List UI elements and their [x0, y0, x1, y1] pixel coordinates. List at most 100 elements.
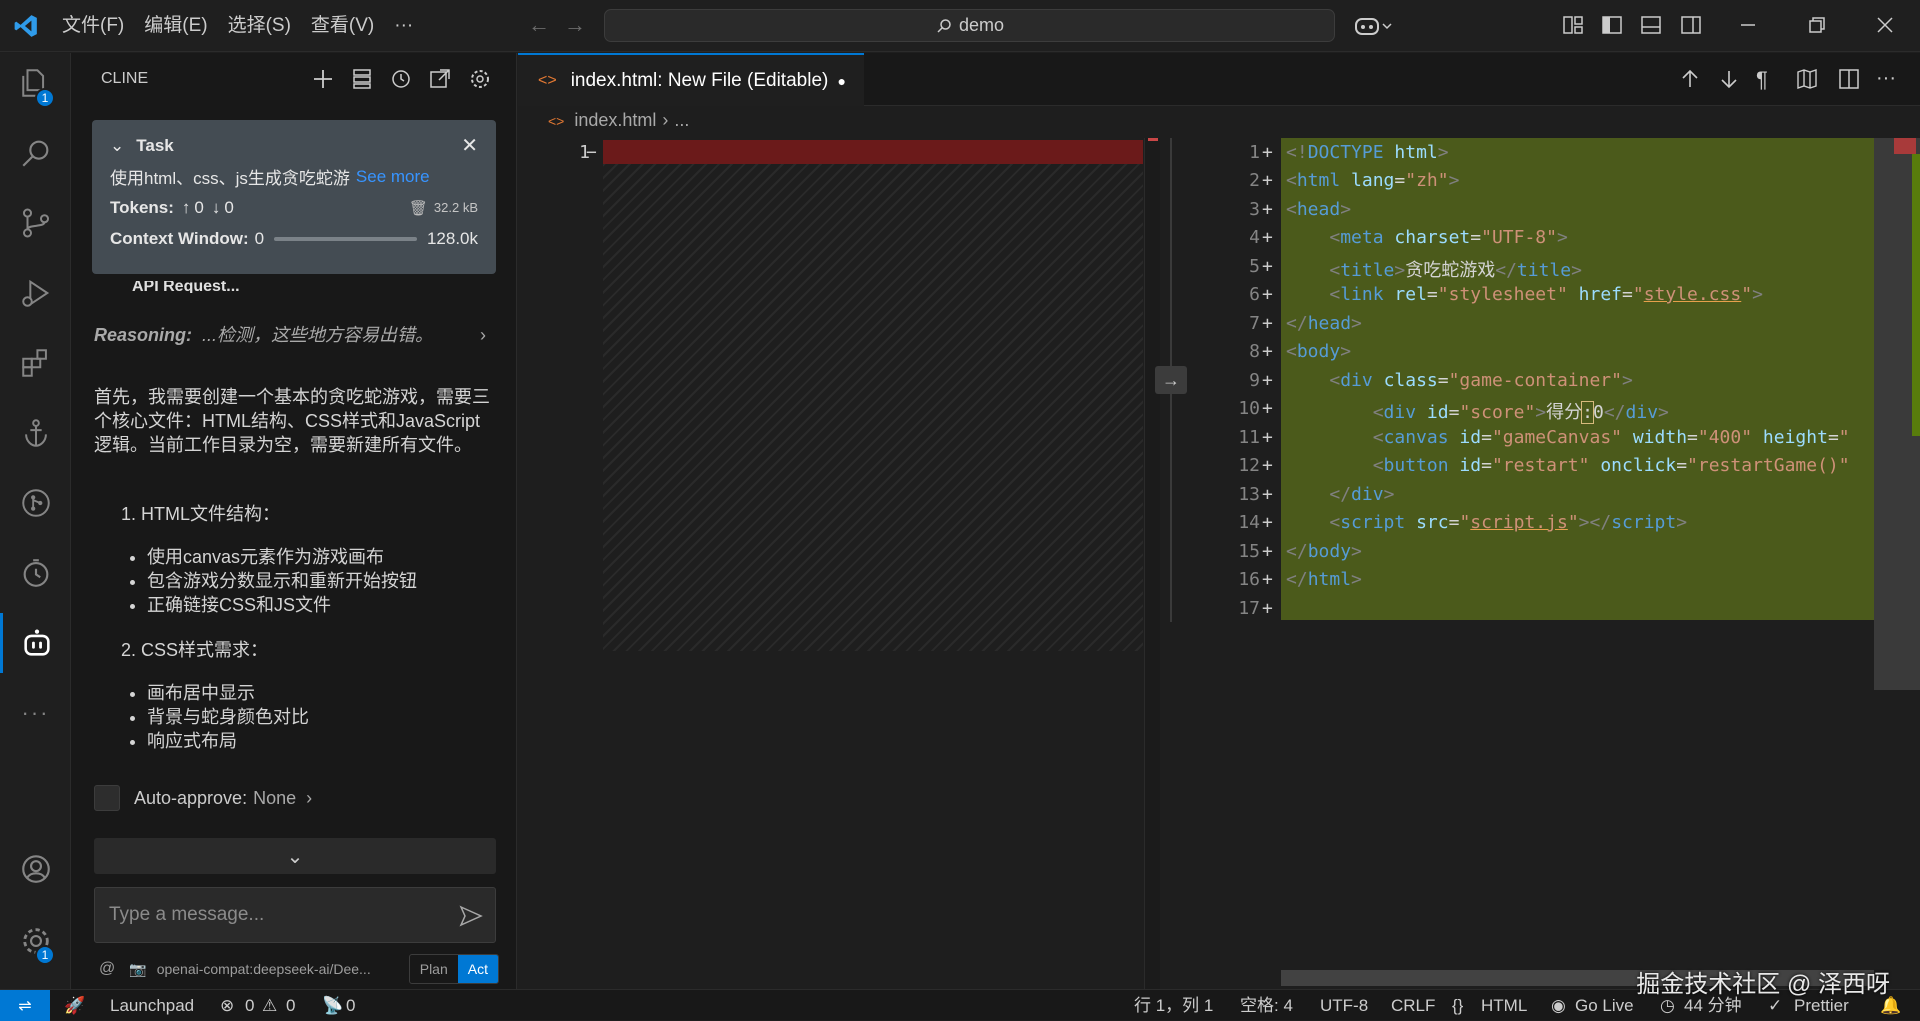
ports-count[interactable]: 0 [346, 990, 355, 1021]
error-icon[interactable]: ⊗ [220, 990, 234, 1021]
menu-edit[interactable]: 编辑(E) [134, 0, 217, 52]
cline-robot-icon[interactable] [0, 613, 71, 673]
breadcrumb-file[interactable]: index.html [574, 110, 656, 131]
auto-approve-row[interactable]: Auto-approve: None › [94, 785, 312, 811]
activity-bar: 1 ··· 1 [0, 53, 71, 989]
list-item: 包含游戏分数显示和重新开始按钮 [147, 569, 417, 593]
copilot-icon[interactable] [1354, 14, 1392, 38]
see-more-link[interactable]: See more [356, 167, 430, 187]
more-actions-icon[interactable]: ··· [1876, 67, 1900, 91]
settings-gear-icon[interactable] [468, 67, 492, 91]
code-line: <meta charset="UTF-8"> [1329, 227, 1568, 248]
context-max: 128.0k [426, 228, 478, 248]
open-in-editor-icon[interactable] [428, 67, 452, 91]
mode-toggle[interactable]: Plan Act [408, 954, 499, 984]
line-number: 12 [1238, 455, 1260, 476]
launchpad-item[interactable]: Launchpad [110, 990, 194, 1021]
message-input[interactable]: Type a message... [94, 887, 496, 943]
language-mode[interactable]: HTML [1481, 990, 1527, 1021]
added-marker: + [1262, 398, 1273, 419]
back-arrow-icon[interactable]: ← [528, 12, 550, 38]
menu-selection[interactable]: 选择(S) [218, 0, 301, 52]
code-line: <canvas id="gameCanvas" width="400" heig… [1372, 427, 1850, 448]
previous-change-icon[interactable] [1678, 67, 1702, 91]
next-change-icon[interactable] [1717, 67, 1741, 91]
toggle-secondary-sidebar-icon[interactable] [1680, 14, 1704, 38]
list-item: 使用canvas元素作为游戏画布 [147, 545, 417, 569]
added-marker: + [1262, 370, 1273, 391]
minimap-slider[interactable] [1874, 138, 1920, 690]
delete-task-icon[interactable]: 🗑 [409, 199, 428, 217]
source-control-icon[interactable] [0, 193, 71, 253]
plan-mode-button[interactable]: Plan [410, 955, 458, 983]
act-mode-button[interactable]: Act [457, 955, 498, 983]
remote-icon[interactable]: ⇌ [0, 990, 50, 1021]
line-ending[interactable]: CRLF [1391, 990, 1435, 1021]
open-file-icon[interactable] [1795, 67, 1819, 91]
error-count[interactable]: 0 [245, 990, 254, 1021]
model-selector[interactable]: openai-compat:deepseek-ai/Dee... [157, 961, 371, 977]
close-window-icon[interactable] [1874, 14, 1898, 38]
added-marker: + [1262, 142, 1273, 163]
minimize-icon[interactable] [1737, 14, 1761, 38]
revert-arrow-icon[interactable]: → [1155, 366, 1187, 394]
more-views-icon[interactable]: ··· [0, 683, 71, 743]
send-icon[interactable] [459, 905, 483, 927]
menu-file[interactable]: 文件(F) [52, 0, 134, 52]
camera-icon[interactable]: 📷 [129, 961, 146, 978]
timeline-icon[interactable] [0, 543, 71, 603]
menu-more[interactable]: ··· [384, 0, 423, 52]
close-task-icon[interactable]: ✕ [461, 133, 478, 158]
cursor-position[interactable]: 行 1，列 1 [1134, 990, 1213, 1021]
encoding[interactable]: UTF-8 [1320, 990, 1368, 1021]
breadcrumb-rest[interactable]: ... [674, 110, 689, 131]
mcp-servers-icon[interactable] [350, 67, 374, 91]
diff-original-pane[interactable]: 1 − [518, 138, 1160, 989]
whitespace-icon[interactable]: ¶ [1756, 67, 1780, 92]
diff-modified-pane[interactable]: 1 +2 +3 +4 +5 +6 +7 +8 +9 +10 +11 +12 +13 +14 +15 +16 +1… [1196, 138, 1920, 989]
ports-icon[interactable]: 📡 [322, 990, 343, 1021]
line-number: 5 [1249, 256, 1260, 277]
git-graph-icon[interactable] [0, 473, 71, 533]
reasoning-row[interactable]: Reasoning: ...检测，这些地方容易出错。 › [94, 323, 494, 347]
customize-layout-icon[interactable] [1562, 14, 1586, 38]
toggle-panel-icon[interactable] [1640, 14, 1664, 38]
account-icon[interactable] [0, 839, 71, 899]
mention-icon[interactable]: @ [99, 960, 115, 978]
command-center-search[interactable]: demo [604, 9, 1335, 42]
run-debug-icon[interactable] [0, 263, 71, 323]
split-editor-icon[interactable] [1837, 67, 1861, 91]
auto-approve-checkbox[interactable] [94, 785, 120, 811]
tokens-label: Tokens: [110, 197, 174, 217]
context-window-label: Context Window: [110, 228, 249, 248]
anchor-icon[interactable] [0, 403, 71, 463]
history-icon[interactable] [389, 67, 413, 91]
indentation[interactable]: 空格: 4 [1240, 990, 1293, 1021]
warning-count[interactable]: 0 [286, 990, 295, 1021]
go-live-item[interactable]: Go Live [1575, 990, 1634, 1021]
minimap-added-marker [1912, 154, 1920, 436]
manage-gear-icon[interactable]: 1 [0, 911, 71, 971]
collapse-button[interactable]: ⌄ [94, 838, 496, 874]
api-request-row[interactable]: API Request... [94, 281, 494, 293]
toggle-primary-sidebar-icon[interactable] [1601, 14, 1625, 38]
section2-list: 画布居中显示 背景与蛇身颜色对比 响应式布局 [121, 681, 309, 753]
code-line: <link rel="stylesheet" href="style.css"> [1329, 284, 1763, 305]
unsaved-dot-icon[interactable]: ● [838, 73, 846, 89]
new-task-icon[interactable] [311, 67, 335, 91]
warning-icon[interactable]: ⚠ [262, 990, 277, 1021]
task-header[interactable]: ⌄ Task ✕ [110, 130, 478, 161]
reasoning-text: ...检测，这些地方容易出错。 [202, 325, 434, 345]
extensions-icon[interactable] [0, 333, 71, 393]
chevron-down-icon[interactable]: ⌄ [110, 136, 124, 156]
tab-index-html[interactable]: <> index.html: New File (Editable) ● [518, 53, 864, 106]
forward-arrow-icon[interactable]: → [564, 12, 586, 38]
removed-line [603, 140, 1143, 166]
explorer-icon[interactable]: 1 [0, 53, 71, 113]
restore-icon[interactable] [1806, 14, 1830, 38]
search-view-icon[interactable] [0, 123, 71, 183]
menu-view[interactable]: 查看(V) [301, 0, 384, 52]
left-scrollbar[interactable] [1144, 138, 1160, 989]
chevron-right-icon: › [662, 110, 669, 130]
chevron-right-icon[interactable]: › [480, 323, 486, 347]
